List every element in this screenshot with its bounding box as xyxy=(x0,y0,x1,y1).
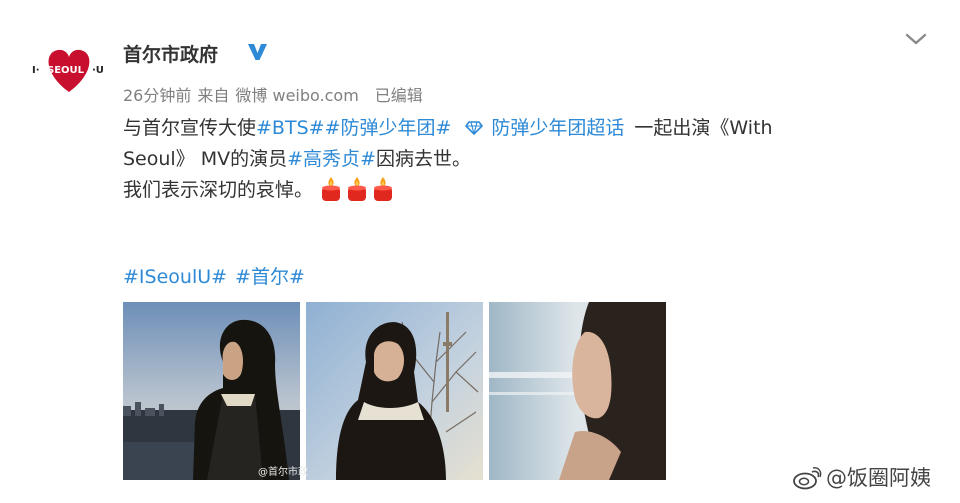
post-photo-3[interactable] xyxy=(489,302,666,480)
content-text: 与首尔宣传大使 xyxy=(123,117,257,139)
supertopic-label: 防弹少年团超话 xyxy=(491,117,625,139)
hashtag-iseoulu[interactable]: #ISeoulU# xyxy=(123,266,227,288)
content-text: 因病去世。 xyxy=(375,148,471,170)
svg-text:·U: ·U xyxy=(92,65,104,76)
corner-watermark: @饭圈阿姨 xyxy=(792,462,931,492)
candle-emoji xyxy=(319,176,343,202)
post-photo-1[interactable] xyxy=(123,302,300,480)
photo-watermark: @首尔市政 xyxy=(258,467,308,478)
post-source[interactable]: 微博 weibo.com xyxy=(235,86,358,105)
content-text: 我们表示深切的哀悼。 xyxy=(123,179,314,201)
content-text: 一起出演《With xyxy=(634,117,773,139)
author-name[interactable]: 首尔市政府 xyxy=(123,40,218,67)
bottom-hashtags: #ISeoulU# #首尔# xyxy=(123,262,313,289)
candle-emoji xyxy=(345,176,369,202)
hashtag-actor[interactable]: #高秀贞# xyxy=(287,148,376,170)
post-meta: 26分钟前 来自 微博 weibo.com 已编辑 xyxy=(123,82,429,106)
verified-v-icon xyxy=(246,39,269,62)
svg-text:I·: I· xyxy=(32,65,40,76)
edited-label[interactable]: 已编辑 xyxy=(375,86,423,105)
post-time[interactable]: 26分钟前 xyxy=(123,86,191,105)
author-avatar[interactable]: I· SEOUL ·U xyxy=(30,44,108,96)
candle-emoji xyxy=(371,176,395,202)
content-text: Seoul》 MV的演员 xyxy=(123,148,288,170)
post-photo-2[interactable] xyxy=(306,302,483,480)
svg-text:SEOUL: SEOUL xyxy=(47,65,85,76)
from-label: 来自 xyxy=(197,86,230,105)
hashtag-bts-cn[interactable]: #防弹少年团# xyxy=(325,117,452,139)
hashtag-bts[interactable]: #BTS# xyxy=(256,117,325,139)
post-content: 与首尔宣传大使#BTS##防弹少年团# 防弹少年团超话 一起出演《With Seou… xyxy=(123,113,883,206)
watermark-text: @饭圈阿姨 xyxy=(826,466,931,490)
chevron-down-icon[interactable] xyxy=(903,30,929,48)
hashtag-seoul[interactable]: #首尔# xyxy=(235,266,305,288)
candle-emoji-group xyxy=(319,176,397,212)
diamond-icon xyxy=(465,114,484,135)
supertopic-link[interactable]: 防弹少年团超话 xyxy=(465,117,624,139)
weibo-logo-icon xyxy=(792,466,822,490)
